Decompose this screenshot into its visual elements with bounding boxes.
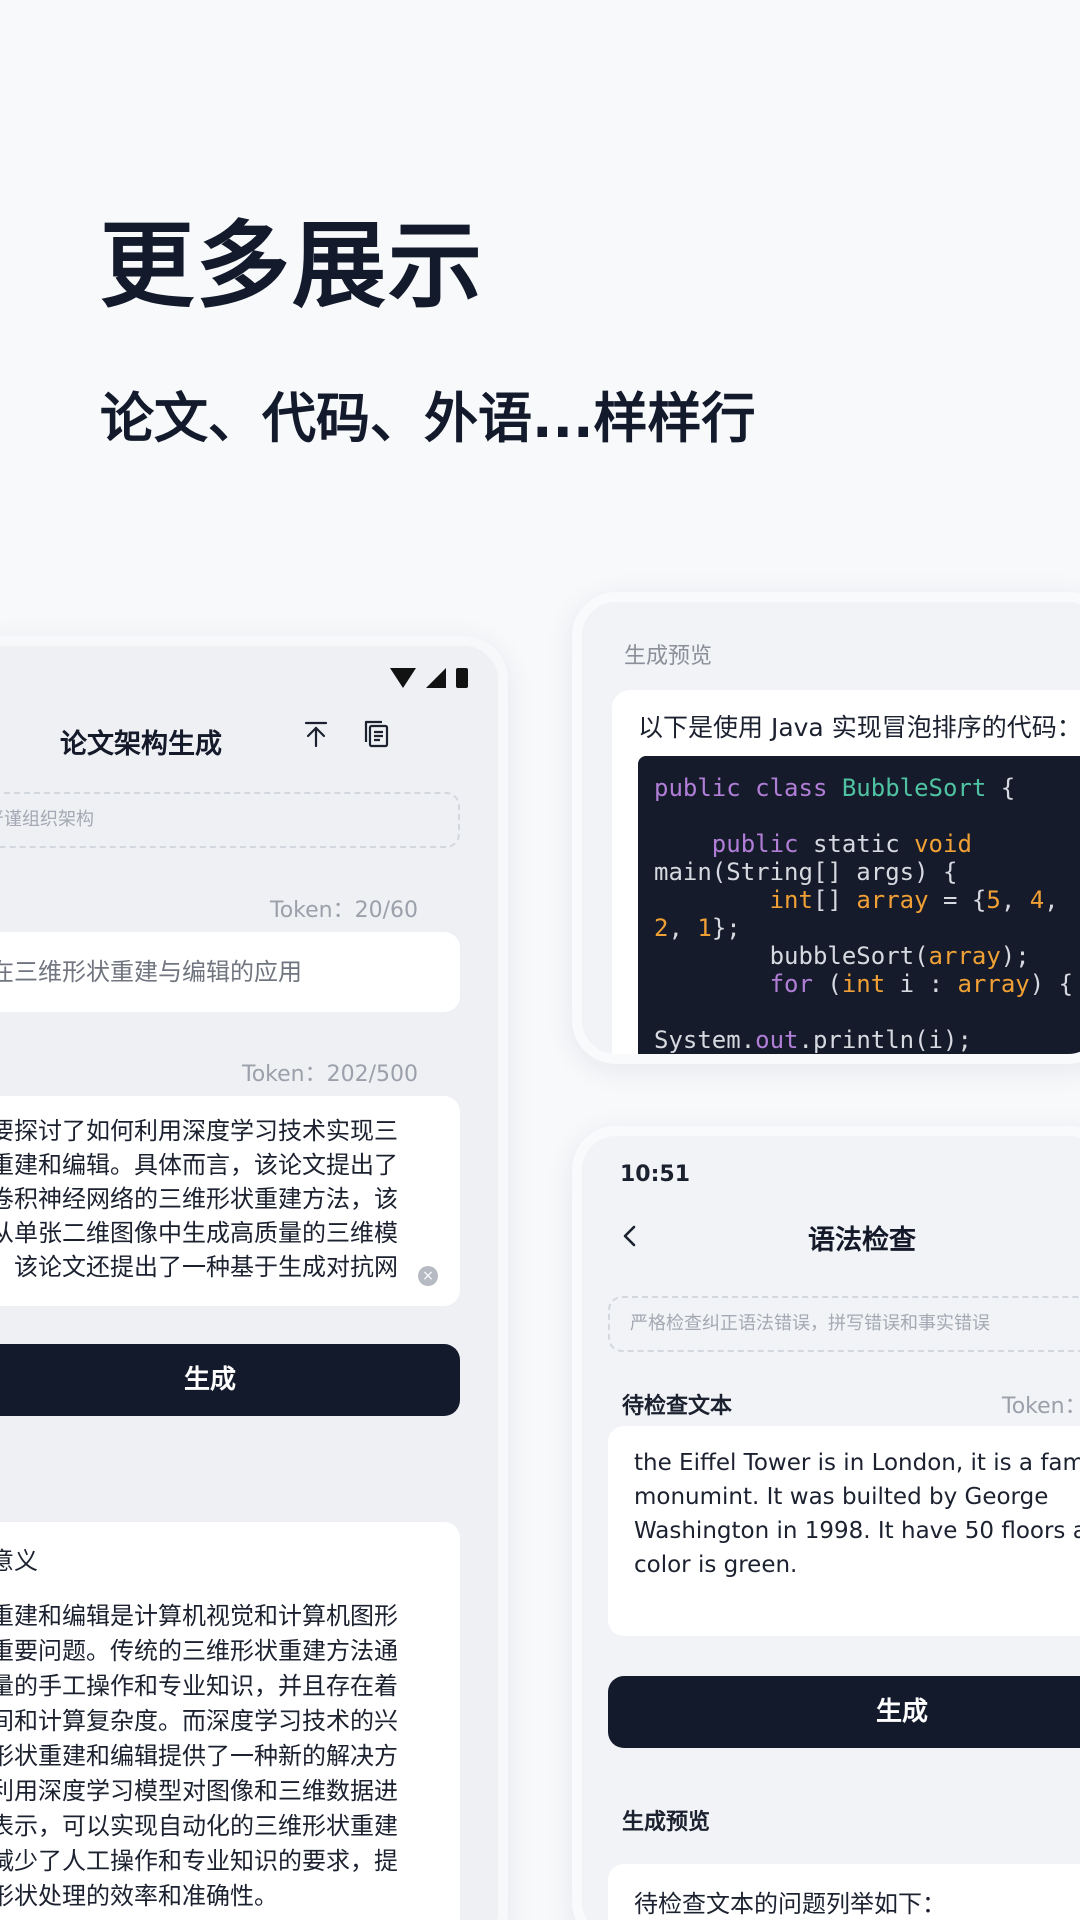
text-line: 外，该论文还提出了一种基于生成对抗网 (0, 1253, 398, 1281)
text-to-check-input[interactable]: the Eiffel Tower is in London, it is a f… (608, 1426, 1080, 1636)
text-line: 于卷积神经网络的三维形状重建方法，该 (0, 1185, 398, 1213)
text-line: 过利用深度学习模型对图像和三维数据进 (0, 1777, 398, 1805)
status-bar (390, 668, 468, 688)
text-line: the Eiffel Tower is in London, it is a f… (634, 1450, 1080, 1476)
input-label: 待检查文本 (622, 1394, 733, 1419)
hero-title: 更多展示 (100, 212, 485, 321)
page-title: 语法检查 (808, 1225, 916, 1256)
text-line: color is green. (634, 1552, 798, 1578)
text-line: 状重建和编辑是计算机视觉和计算机图形 (0, 1602, 398, 1630)
token-count: Token： (1002, 1394, 1080, 1419)
topic-token-count: Token：20/60 (270, 898, 418, 923)
generate-button[interactable]: 生成 (608, 1676, 1080, 1748)
paper-generator-screen: 论文架构生成 按严谨组织架构 Token：20/60 …在三维形状重建与编辑的应… (0, 636, 508, 1920)
status-time: 10:51 (620, 1162, 691, 1187)
hero-section: 更多展示 论文、代码、外语...样样行 (100, 190, 756, 453)
code-preview-card: 生成预览 以下是使用 Java 实现冒泡排序的代码： public class … (572, 592, 1080, 1064)
topic-input[interactable]: …在三维形状重建与编辑的应用 (0, 932, 460, 1012)
arrow-up-to-top-icon[interactable] (296, 714, 336, 754)
clear-circle-icon[interactable]: × (418, 1266, 438, 1286)
preview-content: 以下是使用 Java 实现冒泡排序的代码： public class Bubbl… (612, 690, 1080, 1054)
instruction-hint[interactable]: 严格检查纠正语法错误，拼写错误和事实错误 (608, 1296, 1080, 1352)
text-line: 以从单张二维图像中生成高质量的三维模 (0, 1219, 398, 1247)
wifi-icon (390, 668, 416, 688)
battery-icon (456, 668, 468, 688)
result-label: 生成预览 (622, 1810, 711, 1835)
result-heading: 究意义 (0, 1547, 38, 1575)
instruction-hint[interactable]: 按严谨组织架构 (0, 792, 460, 848)
hero-subtitle: 论文、代码、外语...样样行 (100, 387, 756, 450)
preview-intro: 以下是使用 Java 实现冒泡排序的代码： (638, 713, 1080, 742)
document-copy-icon[interactable] (356, 714, 396, 754)
generate-button[interactable]: 生成 (0, 1344, 460, 1416)
text-line: Washington in 1998. It have 50 floors an (634, 1518, 1080, 1544)
text-line: 维形状处理的效率和准确性。 (0, 1882, 278, 1910)
grammar-check-screen: 10:51 语法检查 严格检查纠正语法错误，拼写错误和事实错误 待检查文本 To… (572, 1126, 1080, 1920)
abstract-textarea[interactable]: 主要探讨了如何利用深度学习技术实现三 的重建和编辑。具体而言，该论文提出了 于卷… (0, 1096, 460, 1306)
result-card: 待检查文本的问题列举如下： (608, 1864, 1080, 1920)
text-line: ，减少了人工操作和专业知识的要求，提 (0, 1847, 398, 1875)
text-line: 和表示，可以实现自动化的三维形状重建 (0, 1812, 398, 1840)
text-line: 主要探讨了如何利用深度学习技术实现三 (0, 1117, 398, 1145)
preview-label: 生成预览 (624, 644, 713, 669)
chevron-left-icon[interactable] (612, 1218, 648, 1254)
text-line: monumint. It was builted by George (634, 1484, 1049, 1510)
text-line: 大量的手工操作和专业知识，并且存在着 (0, 1672, 398, 1700)
text-line: 的重要问题。传统的三维形状重建方法通 (0, 1637, 398, 1665)
text-line: 的重建和编辑。具体而言，该论文提出了 (0, 1151, 398, 1179)
abstract-token-count: Token：202/500 (242, 1062, 418, 1087)
signal-icon (426, 668, 446, 688)
page-title: 论文架构生成 (60, 729, 222, 760)
text-line: 维形状重建和编辑提供了一种新的解决方 (0, 1742, 398, 1770)
result-card: 究意义 状重建和编辑是计算机视觉和计算机图形 的重要问题。传统的三维形状重建方法… (0, 1522, 460, 1920)
text-line: 时间和计算复杂度。而深度学习技术的兴 (0, 1707, 398, 1735)
code-block: public class BubbleSort { public static … (638, 756, 1080, 1054)
